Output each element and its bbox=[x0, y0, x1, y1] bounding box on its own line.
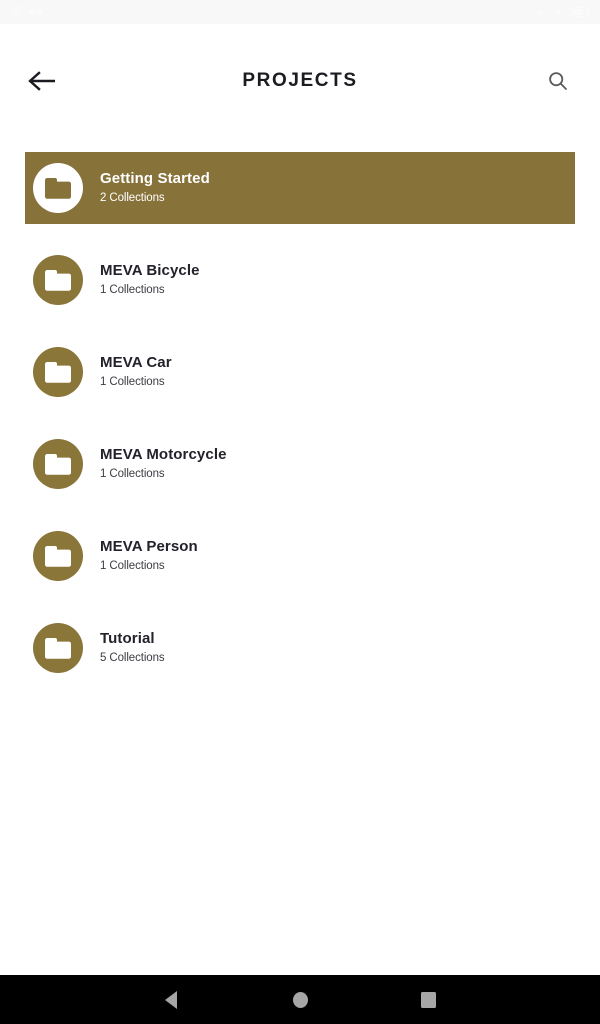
list-item-text: MEVA Motorcycle 1 Collections bbox=[100, 445, 227, 481]
app-notification-icon: ■■ bbox=[28, 5, 43, 18]
project-title: Getting Started bbox=[100, 169, 210, 187]
project-subtitle: 5 Collections bbox=[100, 652, 165, 665]
project-subtitle: 1 Collections bbox=[100, 560, 165, 573]
project-title: MEVA Car bbox=[100, 353, 172, 371]
signal-icon: ▲ bbox=[553, 5, 564, 18]
list-item-text: MEVA Car 1 Collections bbox=[100, 353, 172, 389]
project-subtitle: 1 Collections bbox=[100, 468, 165, 481]
list-item-text: MEVA Person 1 Collections bbox=[100, 537, 198, 573]
nav-recents-button[interactable] bbox=[404, 980, 452, 1020]
list-item[interactable]: Getting Started 2 Collections bbox=[25, 152, 575, 224]
folder-icon bbox=[45, 177, 71, 199]
android-nav-bar bbox=[0, 975, 600, 1024]
folder-icon bbox=[45, 269, 71, 291]
project-subtitle: 1 Collections bbox=[100, 284, 165, 297]
list-item-text: Tutorial 5 Collections bbox=[100, 629, 165, 665]
project-title: MEVA Person bbox=[100, 537, 198, 555]
list-item-text: Getting Started 2 Collections bbox=[100, 169, 210, 205]
list-item-text: MEVA Bicycle 1 Collections bbox=[100, 261, 200, 297]
nav-back-button[interactable] bbox=[147, 980, 195, 1020]
project-list: Getting Started 2 Collections MEVA Bicyc… bbox=[0, 114, 600, 975]
folder-badge bbox=[33, 623, 83, 673]
status-bar-left: ☰ ■■ bbox=[12, 5, 43, 18]
signal-icon: ☰ bbox=[12, 5, 22, 18]
folder-icon bbox=[45, 453, 71, 475]
list-item[interactable]: MEVA Motorcycle 1 Collections bbox=[0, 428, 600, 500]
list-item[interactable]: MEVA Car 1 Collections bbox=[0, 336, 600, 408]
battery-icon bbox=[571, 7, 590, 17]
project-subtitle: 1 Collections bbox=[100, 376, 165, 389]
list-item[interactable]: Tutorial 5 Collections bbox=[0, 612, 600, 684]
folder-badge bbox=[33, 531, 83, 581]
project-title: MEVA Bicycle bbox=[100, 261, 200, 279]
battery-fill bbox=[573, 9, 582, 15]
folder-icon bbox=[45, 545, 71, 567]
project-subtitle: 2 Collections bbox=[100, 192, 165, 205]
projects-screen: ☰ ■■ ▲ ▲ PROJECTS Getting Started 2 Coll… bbox=[0, 0, 600, 1024]
folder-icon bbox=[45, 361, 71, 383]
folder-badge bbox=[33, 347, 83, 397]
list-item[interactable]: MEVA Person 1 Collections bbox=[0, 520, 600, 592]
nav-home-button[interactable] bbox=[276, 980, 324, 1020]
folder-badge bbox=[33, 163, 83, 213]
search-button[interactable] bbox=[538, 61, 578, 101]
page-title: PROJECTS bbox=[242, 70, 358, 91]
project-title: Tutorial bbox=[100, 629, 155, 647]
back-button[interactable] bbox=[20, 61, 64, 101]
list-item[interactable]: MEVA Bicycle 1 Collections bbox=[0, 244, 600, 316]
status-bar-right: ▲ ▲ bbox=[535, 5, 590, 18]
back-triangle-icon bbox=[165, 990, 177, 1009]
search-icon bbox=[549, 72, 567, 90]
back-arrow-icon bbox=[28, 71, 55, 91]
recents-square-icon bbox=[420, 991, 436, 1008]
wifi-icon: ▲ bbox=[535, 5, 547, 18]
status-bar: ☰ ■■ ▲ ▲ bbox=[0, 0, 600, 24]
folder-badge bbox=[33, 439, 83, 489]
folder-badge bbox=[33, 255, 83, 305]
app-bar: PROJECTS bbox=[0, 48, 600, 114]
folder-icon bbox=[45, 637, 71, 659]
home-circle-icon bbox=[292, 991, 308, 1008]
project-title: MEVA Motorcycle bbox=[100, 445, 227, 463]
